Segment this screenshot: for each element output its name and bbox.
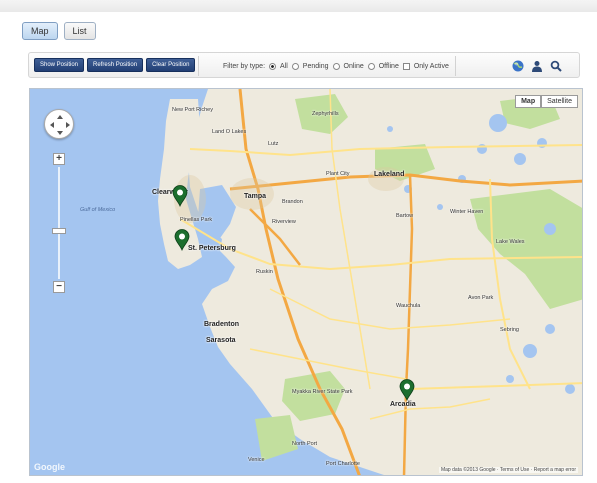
map-marker-clearwater[interactable] <box>172 185 188 207</box>
filter-online-label: Online <box>343 62 364 70</box>
map-label-arcadia: Arcadia <box>390 401 416 408</box>
map-label-land-o-lakes: Land O Lakes <box>212 129 247 135</box>
map-marker-st-petersburg[interactable] <box>174 229 190 251</box>
pan-icon <box>50 115 70 135</box>
map-label-lake-wales: Lake Wales <box>496 239 525 245</box>
map-toolbar: Show Position Refresh Position Clear Pos… <box>28 52 580 78</box>
filter-label: Filter by type: <box>223 62 266 70</box>
only-active-checkbox[interactable] <box>402 62 410 70</box>
map-label-myakka-river-state-park: Myakka River State Park <box>292 389 353 395</box>
zoom-slider-thumb[interactable] <box>52 228 66 234</box>
filter-pending-radio[interactable] <box>291 62 299 70</box>
filter-all-label: All <box>280 62 288 70</box>
map-label-winter-haven: Winter Haven <box>450 209 484 215</box>
map-label-plant-city: Plant City <box>326 171 350 177</box>
person-icon[interactable] <box>530 59 544 73</box>
map-label-bradenton: Bradenton <box>204 321 239 328</box>
search-icon[interactable] <box>549 59 563 73</box>
map-label-avon-park: Avon Park <box>468 295 494 301</box>
map-base-layer <box>30 89 582 475</box>
filter-all-radio[interactable] <box>269 62 277 70</box>
only-active-label: Only Active <box>413 62 449 70</box>
filter-offline-label: Offline <box>378 62 399 70</box>
position-button-group: Show Position Refresh Position Clear Pos… <box>31 56 200 76</box>
filter-by-type: Filter by type: All Pending Online Offli… <box>217 56 456 76</box>
map-label-sebring: Sebring <box>500 327 519 333</box>
map-label-gulf-of-mexico: Gulf of Mexico <box>80 207 116 213</box>
map-label-ruskin: Ruskin <box>256 269 273 275</box>
map-type-control: Map Satellite <box>515 95 578 108</box>
zoom-in-button[interactable]: + <box>53 153 65 165</box>
map-label-brandon: Brandon <box>282 199 303 205</box>
map-label-wauchula: Wauchula <box>396 303 421 309</box>
map-label-st-petersburg: St. Petersburg <box>188 245 236 252</box>
google-logo: Google <box>34 462 65 472</box>
view-tabs: Map List <box>22 22 96 40</box>
map-type-satellite-button[interactable]: Satellite <box>541 95 578 108</box>
map-label-tampa: Tampa <box>244 193 267 200</box>
map-label-venice: Venice <box>248 457 265 463</box>
filter-pending-label: Pending <box>302 62 329 70</box>
top-strip <box>0 0 597 12</box>
zoom-slider-track[interactable] <box>58 167 60 279</box>
filter-offline-radio[interactable] <box>367 62 375 70</box>
pan-control[interactable] <box>44 109 74 139</box>
map-label-riverview: Riverview <box>272 219 296 225</box>
filter-online-radio[interactable] <box>332 62 340 70</box>
tab-list[interactable]: List <box>63 22 96 40</box>
show-position-button[interactable]: Show Position <box>34 58 85 72</box>
toolbar-icon-group <box>507 56 567 76</box>
map-label-port-charlotte: Port Charlotte <box>326 461 360 467</box>
map-label-lakeland: Lakeland <box>374 171 405 178</box>
map-label-bartow: Bartow <box>396 213 414 219</box>
tab-map[interactable]: Map <box>22 22 58 40</box>
map-attribution[interactable]: Map data ©2013 Google · Terms of Use · R… <box>438 467 578 473</box>
refresh-position-button[interactable]: Refresh Position <box>87 58 144 72</box>
map-label-pinellas-park: Pinellas Park <box>180 217 213 223</box>
globe-icon[interactable] <box>511 59 525 73</box>
map-label-north-port: North Port <box>292 441 318 447</box>
clear-position-button[interactable]: Clear Position <box>146 58 196 72</box>
map-label-sarasota: Sarasota <box>206 337 236 344</box>
map-marker-arcadia[interactable] <box>399 379 415 401</box>
map-label-zephyrhills: Zephyrhills <box>312 111 339 117</box>
zoom-out-button[interactable]: − <box>53 281 65 293</box>
map-label-lutz: Lutz <box>268 141 279 147</box>
map-viewport[interactable]: Map Satellite + − New Port Richey Lutz Z… <box>29 88 583 476</box>
map-type-map-button[interactable]: Map <box>515 95 542 108</box>
map-label-new-port-richey: New Port Richey <box>172 107 213 113</box>
